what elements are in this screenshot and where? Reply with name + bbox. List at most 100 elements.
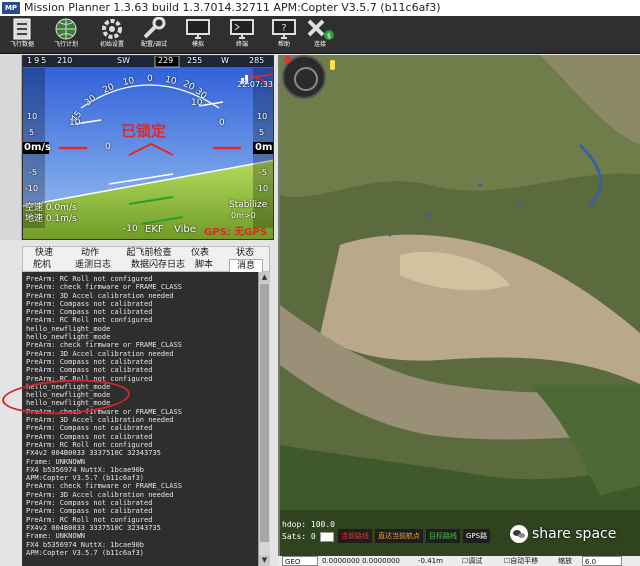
tab-scripts[interactable]: 脚本 [191, 259, 217, 272]
terminal-label: 终端 [235, 41, 248, 48]
map-imagery [280, 55, 640, 566]
initial-setup-button[interactable]: 初始设置 [94, 17, 130, 53]
legend-target-route: 目标路线 [426, 529, 460, 543]
watermark: share space [510, 525, 616, 543]
initial-setup-label: 初始设置 [99, 41, 124, 48]
heading-tape-4: 255 [187, 56, 203, 65]
scroll-thumb[interactable] [260, 284, 269, 542]
heading-value: 229 [158, 56, 174, 65]
help-monitor-icon: ? [272, 19, 296, 39]
wechat-icon [510, 525, 528, 543]
message-line: PreArm: 3D Accel calibration needed [26, 349, 174, 358]
hdop-readout: hdop: 100.0 [282, 520, 335, 529]
right-tape-5: 5 [259, 128, 265, 137]
config-tuning-icon [143, 17, 166, 39]
message-line: FX4 b5356974 NuttX: 1bcae90b [26, 465, 145, 474]
cursor-coordinates: 0.0000000 0.0000000 [322, 557, 400, 565]
pitch-label-right-10: 10 [191, 98, 203, 108]
satellite-map[interactable]: hdop: 100.0 Sats: 0 当前路线 直达当前航点 目标路线 GPS… [278, 55, 640, 566]
route-legend: 当前路线 直达当前航点 目标路线 GPS路 [338, 529, 491, 543]
svg-text:?: ? [281, 23, 286, 34]
message-line: PreArm: Compass not calibrated [26, 432, 153, 441]
auto-pan-label: 自动平移 [510, 557, 539, 565]
message-log-scrollbar[interactable]: ▲ ▼ [258, 272, 270, 566]
message-line: APM:Copter V3.5.7 (b11c6af3) [26, 474, 145, 483]
tab-dataflash-logs[interactable]: 数据闪存日志 [129, 259, 187, 272]
heading-tape-6: 285 [249, 56, 265, 65]
scroll-down-arrow-icon[interactable]: ▼ [259, 555, 270, 566]
message-line: PreArm: check firmware or FRAME_CLASS [26, 341, 182, 350]
tab-messages[interactable]: 消息 [229, 259, 263, 272]
home-marker-icon[interactable] [284, 56, 291, 63]
coord-system-select[interactable]: GEO [282, 556, 318, 566]
message-line: PreArm: RC Roll not configured [26, 275, 153, 283]
scroll-up-arrow-icon[interactable]: ▲ [259, 272, 270, 283]
legend-current-route: 当前路线 [338, 529, 372, 543]
help-label: 帮助 [277, 41, 290, 48]
vibe-indicator[interactable]: Vibe [174, 224, 196, 235]
flight-plan-button[interactable]: 飞行计划 [48, 17, 84, 53]
heading-tape-2: SW [117, 56, 130, 65]
pitch-label-right-0: 0 [219, 118, 225, 128]
ekf-indicator[interactable]: EKF [145, 224, 164, 235]
flight-data-icon [13, 18, 31, 40]
left-tape-5: 5 [29, 128, 35, 137]
zoom-label: 缩放 [558, 557, 572, 565]
flight-plan-label: 飞行计划 [53, 41, 78, 48]
connect-plug-icon: $ [307, 19, 334, 40]
message-line: PreArm: Compass not calibrated [26, 366, 153, 375]
terminal-monitor-icon [230, 19, 254, 39]
pitch-label-left-0: 0 [105, 142, 111, 152]
title-bar: MP Mission Planner 1.3.63 build 1.3.7014… [0, 0, 640, 16]
left-edge-panel [0, 55, 22, 240]
airspeed-box: 0m/s [24, 142, 51, 153]
app-logo-icon: MP [2, 2, 20, 14]
terminal-button[interactable]: 终端 [224, 17, 260, 53]
flight-mode: Stabilize [229, 200, 268, 210]
legend-direct-to-waypoint: 直达当前航点 [375, 529, 423, 543]
connect-button[interactable]: $ 连接 [302, 17, 338, 53]
distance-to-waypoint: 0m>0 [231, 211, 256, 220]
simulation-label: 模拟 [191, 41, 204, 48]
debug-checkbox[interactable]: ☐ 调试 [462, 556, 482, 566]
heading-tape-5: W [221, 56, 229, 65]
armed-status: 已锁定 [121, 122, 167, 140]
message-line: PreArm: Compass not calibrated [26, 357, 153, 366]
tab-telemetry-logs[interactable]: 遥测日志 [71, 259, 115, 272]
vehicle-marker-icon[interactable] [330, 60, 335, 70]
mission-planner-window: MP Mission Planner 1.3.63 build 1.3.7014… [0, 0, 640, 566]
groundspeed-readout: 地速 0.1m/s [25, 214, 77, 224]
roll-scale-4: 0 [147, 74, 153, 84]
tab-servo[interactable]: 舵机 [29, 259, 55, 272]
message-line: FX4 b5356974 NuttX: 1bcae90b [26, 540, 145, 549]
roll-scale-5: 10 [164, 74, 178, 88]
message-line: PreArm: RC Roll not configured [26, 515, 153, 524]
message-line: PreArm: Compass not calibrated [26, 308, 153, 317]
flight-data-button[interactable]: 飞行数据 [4, 17, 40, 53]
message-line: Frame: UNKNOWN [26, 457, 86, 466]
message-line: APM:Copter V3.5.7 (b11c6af3) [26, 548, 145, 557]
help-button[interactable]: ? 帮助 [266, 17, 302, 53]
data-tabs: 快速 动作 起飞前检查 仪表 状态 舵机 遥测日志 数据闪存日志 脚本 消息 [22, 246, 270, 272]
message-line: FX4v2 004B0033 3337510C 32343735 [26, 523, 161, 532]
message-line: PreArm: 3D Accel calibration needed [26, 416, 174, 425]
config-tuning-label: 配置/调试 [140, 41, 168, 48]
message-line: PreArm: RC Roll not configured [26, 316, 153, 325]
right-tape-minus5: -5 [259, 168, 267, 177]
message-log[interactable]: PreArm: RC Roll not configured PreArm: ch… [22, 272, 258, 566]
message-line: hello_newflight_mode [26, 324, 111, 333]
auto-pan-checkbox[interactable]: ☐ 自动平移 [504, 556, 538, 566]
zoom-input[interactable]: 6.0 [582, 556, 622, 566]
message-list: PreArm: RC Roll not configured PreArm: ch… [26, 275, 258, 557]
message-line: PreArm: RC Roll not configured [26, 440, 153, 449]
right-tape-minus10: -10 [255, 184, 269, 193]
left-tape-minus10: -10 [25, 184, 39, 193]
heading-tape-0: 195 [27, 56, 49, 65]
config-tuning-button[interactable]: 配置/调试 [136, 17, 172, 53]
watermark-text: share space [532, 526, 617, 542]
left-tape-minus5: -5 [29, 168, 37, 177]
simulation-button[interactable]: 模拟 [180, 17, 216, 53]
message-line: PreArm: Compass not calibrated [26, 424, 153, 433]
sats-readout: Sats: 0 [282, 532, 316, 541]
gps-status: GPS: 无GPS [204, 227, 267, 238]
